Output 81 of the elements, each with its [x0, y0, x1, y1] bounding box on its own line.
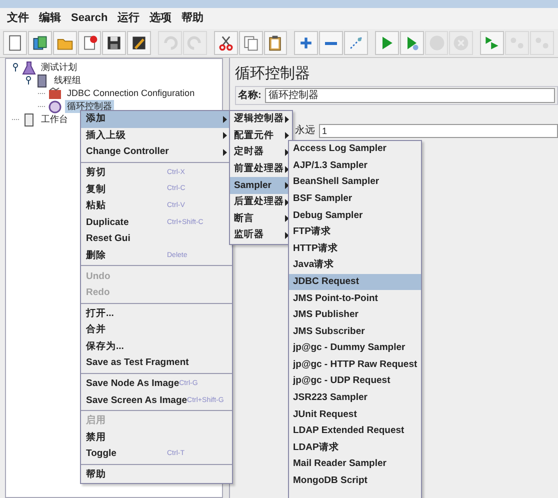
save-as-icon	[130, 34, 148, 52]
tree-node[interactable]: 线程组	[52, 74, 83, 88]
menu-item[interactable]: JMS Publisher	[289, 306, 421, 324]
templates-icon	[30, 34, 49, 52]
menu-item[interactable]: BeanShell Sampler	[289, 174, 421, 191]
minus-icon	[325, 42, 338, 44]
tree-node[interactable]: 工作台	[39, 112, 70, 126]
checkbox-label[interactable]: 永远	[295, 123, 315, 138]
menu-item[interactable]: BSF Sampler	[289, 190, 421, 208]
toolbar-button[interactable]	[102, 31, 126, 55]
menu-bar-item[interactable]: 选项	[146, 10, 176, 28]
menu-item[interactable]: 插入上级	[81, 128, 232, 144]
undo-icon	[161, 34, 180, 52]
scissors-icon	[216, 34, 235, 52]
submenu-arrow-icon	[285, 166, 289, 173]
floppy-icon	[105, 34, 124, 52]
menu-item[interactable]: Java请求	[289, 257, 421, 274]
menu-item[interactable]: JSR223 Sampler	[289, 390, 421, 406]
menu-item[interactable]: 添加	[81, 111, 232, 128]
menu-item[interactable]: JMS Point-to-Point	[289, 290, 421, 307]
toolbar-button[interactable]	[214, 31, 238, 55]
menu-item[interactable]: 禁用	[81, 430, 232, 446]
tree-node[interactable]: 测试计划	[39, 60, 79, 74]
flask-icon	[22, 60, 36, 74]
menu-item[interactable]: Save as Test Fragment	[81, 355, 232, 372]
menu-item[interactable]: 定时器	[230, 144, 292, 161]
menu-item[interactable]: jp@gc - HTTP Raw Request	[289, 356, 421, 374]
menu-bar-item[interactable]: 编辑	[35, 10, 65, 28]
menu-item[interactable]: 前置处理器	[230, 160, 292, 178]
menu-item[interactable]: LDAP Extended Request	[289, 423, 421, 440]
menu-item[interactable]: Mail Reader Sampler	[289, 456, 421, 473]
menu-item[interactable]: Change Controller	[81, 144, 232, 161]
menu-item[interactable]: 逻辑控制器	[230, 111, 292, 128]
menu-item[interactable]: 配置元件	[230, 128, 292, 144]
menu-item[interactable]: 帮助	[81, 466, 232, 484]
clipboard-icon	[22, 112, 36, 126]
copy-icon	[242, 34, 260, 52]
panel-title: 循环控制器	[235, 64, 311, 84]
menu-item[interactable]: FTP请求	[289, 224, 421, 241]
menu-item[interactable]: MongoDB Script	[289, 472, 421, 490]
menu-item[interactable]: 合并	[81, 322, 232, 339]
menu-item[interactable]: JMS Subscriber	[289, 324, 421, 340]
submenu-arrow-icon	[285, 215, 289, 222]
menu-bar-item[interactable]: 运行	[114, 10, 144, 28]
menu-item[interactable]: 后置处理器	[230, 194, 292, 211]
submenu-arrow-icon	[285, 182, 289, 190]
field-label: 名称:	[238, 88, 262, 103]
submenu-arrow-icon	[285, 198, 289, 206]
tree-toggle-icon[interactable]	[12, 63, 19, 72]
toolbar-button[interactable]	[28, 31, 52, 55]
tree-node[interactable]: JDBC Connection Configuration	[65, 86, 197, 100]
submenu-arrow-icon	[285, 116, 289, 123]
toolbar-button[interactable]	[78, 31, 102, 55]
menu-bar-item[interactable]: 帮助	[178, 10, 208, 28]
submenu-arrow-icon	[285, 148, 289, 156]
menu-item[interactable]: 断言	[230, 210, 292, 228]
menu-bar-item[interactable]: 文件	[3, 10, 33, 28]
loop-count-field[interactable]: 1	[319, 124, 558, 138]
redo-icon	[186, 34, 204, 52]
menu-item[interactable]: 打开...	[81, 306, 232, 322]
tree-toggle-icon[interactable]	[25, 76, 32, 85]
submenu-arrow-icon	[285, 232, 289, 239]
menu-item[interactable]: 监听器	[230, 227, 292, 244]
menu-item[interactable]: jp@gc - Dummy Sampler	[289, 340, 421, 357]
toolbar-button[interactable]	[127, 31, 152, 55]
menu-item[interactable]: AJP/1.3 Sampler	[289, 158, 421, 174]
menu-item[interactable]: JDBC Request	[289, 274, 421, 290]
menu-item[interactable]: JUnit Request	[289, 406, 421, 424]
loop-icon	[48, 100, 62, 114]
toolbar-button[interactable]	[264, 31, 288, 55]
menu-item[interactable]: jp@gc - UDP Request	[289, 373, 421, 390]
menu-item[interactable]: 保存为...	[81, 338, 232, 356]
menu-item[interactable]: Debug Sampler	[289, 207, 421, 224]
menu-item[interactable]: Reset Gui	[81, 231, 232, 248]
menu-bar-item[interactable]: Search	[67, 10, 112, 28]
menu-item[interactable]: HTTP请求	[289, 240, 421, 258]
name-field[interactable]: 循环控制器	[265, 88, 555, 103]
menu-item[interactable]: Access Log Sampler	[289, 141, 421, 158]
submenu-arrow-icon	[285, 132, 289, 140]
toolbar-button[interactable]	[3, 31, 27, 55]
menu-item[interactable]: LDAP请求	[289, 440, 421, 456]
